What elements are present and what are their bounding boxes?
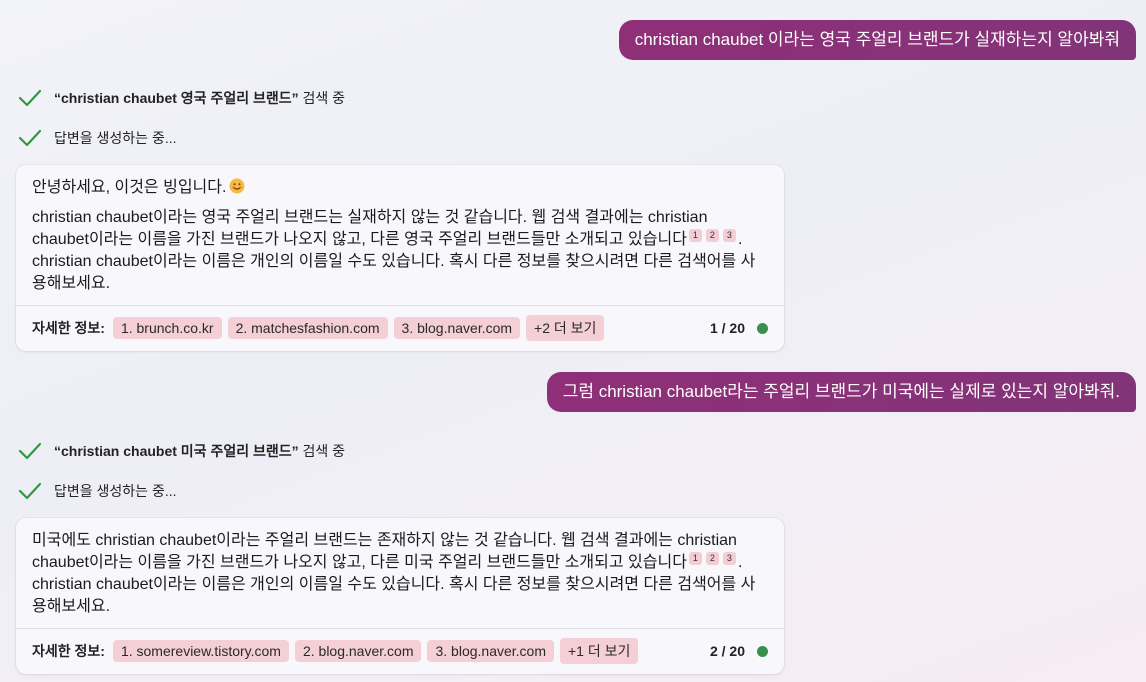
checkmark-icon xyxy=(18,128,42,148)
source-link-1[interactable]: 1. brunch.co.kr xyxy=(112,317,222,339)
greeting: 안녕하세요, 이것은 빙입니다. xyxy=(32,177,768,199)
search-query: “christian chaubet 영국 주얼리 브랜드” xyxy=(54,90,299,106)
answer-text: 미국에도 christian chaubet이라는 주얼리 브랜드는 존재하지 … xyxy=(32,532,737,571)
checkmark-icon xyxy=(18,88,42,108)
source-link-3[interactable]: 3. blog.naver.com xyxy=(427,640,554,662)
citation-3[interactable]: 3 xyxy=(722,229,736,242)
answer-paragraph: 미국에도 christian chaubet이라는 주얼리 브랜드는 존재하지 … xyxy=(32,530,768,618)
user-message-2: 그럼 christian chaubet라는 주얼리 브랜드가 미국에는 실제로… xyxy=(546,372,1136,412)
answer-paragraph: christian chaubet이라는 영국 주얼리 브랜드는 실재하지 않는… xyxy=(32,207,768,295)
sources-footer: 자세한 정보: 1. brunch.co.kr 2. matchesfashio… xyxy=(16,305,784,351)
source-link-1[interactable]: 1. somereview.tistory.com xyxy=(112,640,289,662)
turn-counter: 1 / 20 xyxy=(709,320,745,336)
sources-footer: 자세한 정보: 1. somereview.tistory.com 2. blo… xyxy=(16,628,784,674)
search-status-text: “christian chaubet 미국 주얼리 브랜드” 검색 중 xyxy=(54,441,345,461)
bot-response-body: 미국에도 christian chaubet이라는 주얼리 브랜드는 존재하지 … xyxy=(16,518,784,628)
generating-status-1: 답변을 생성하는 중... xyxy=(18,128,177,148)
bot-response-body: 안녕하세요, 이것은 빙입니다. christian chaubet이라는 영국… xyxy=(16,165,784,305)
search-suffix: 검색 중 xyxy=(298,90,346,106)
checkmark-icon xyxy=(18,481,42,501)
generating-text: 답변을 생성하는 중... xyxy=(54,483,177,499)
citation-2[interactable]: 2 xyxy=(705,552,719,565)
search-status-1: “christian chaubet 영국 주얼리 브랜드” 검색 중 xyxy=(18,88,345,108)
citation-1[interactable]: 1 xyxy=(688,229,702,242)
search-suffix: 검색 중 xyxy=(298,443,346,459)
show-more-sources-button[interactable]: +1 더 보기 xyxy=(560,638,639,664)
search-status-text: “christian chaubet 영국 주얼리 브랜드” 검색 중 xyxy=(54,88,345,108)
checkmark-icon xyxy=(18,441,42,461)
generating-status-2: 답변을 생성하는 중... xyxy=(18,481,177,501)
show-more-sources-button[interactable]: +2 더 보기 xyxy=(526,315,605,341)
user-message-1: christian chaubet 이라는 영국 주얼리 브랜드가 실재하는지 … xyxy=(618,20,1136,60)
status-dot-icon xyxy=(757,322,768,334)
search-query: “christian chaubet 미국 주얼리 브랜드” xyxy=(54,443,299,459)
more-info-label: 자세한 정보: xyxy=(32,320,105,336)
bot-response-card-2: 미국에도 christian chaubet이라는 주얼리 브랜드는 존재하지 … xyxy=(16,518,784,674)
source-link-3[interactable]: 3. blog.naver.com xyxy=(393,317,521,339)
source-link-2[interactable]: 2. matchesfashion.com xyxy=(227,317,388,339)
citation-3[interactable]: 3 xyxy=(722,552,736,565)
citation-1[interactable]: 1 xyxy=(688,552,702,565)
status-dot-icon xyxy=(757,645,768,657)
greeting-text: 안녕하세요, 이것은 빙입니다. xyxy=(32,179,227,196)
turn-counter: 2 / 20 xyxy=(709,643,745,659)
answer-text: christian chaubet이라는 영국 주얼리 브랜드는 실재하지 않는… xyxy=(32,209,708,248)
search-status-2: “christian chaubet 미국 주얼리 브랜드” 검색 중 xyxy=(18,441,345,461)
source-link-2[interactable]: 2. blog.naver.com xyxy=(294,640,422,662)
bot-response-card-1: 안녕하세요, 이것은 빙입니다. christian chaubet이라는 영국… xyxy=(16,165,784,351)
generating-text: 답변을 생성하는 중... xyxy=(54,130,177,146)
citation-2[interactable]: 2 xyxy=(705,229,719,242)
more-info-label: 자세한 정보: xyxy=(32,643,105,659)
smile-emoji-icon xyxy=(229,178,245,194)
